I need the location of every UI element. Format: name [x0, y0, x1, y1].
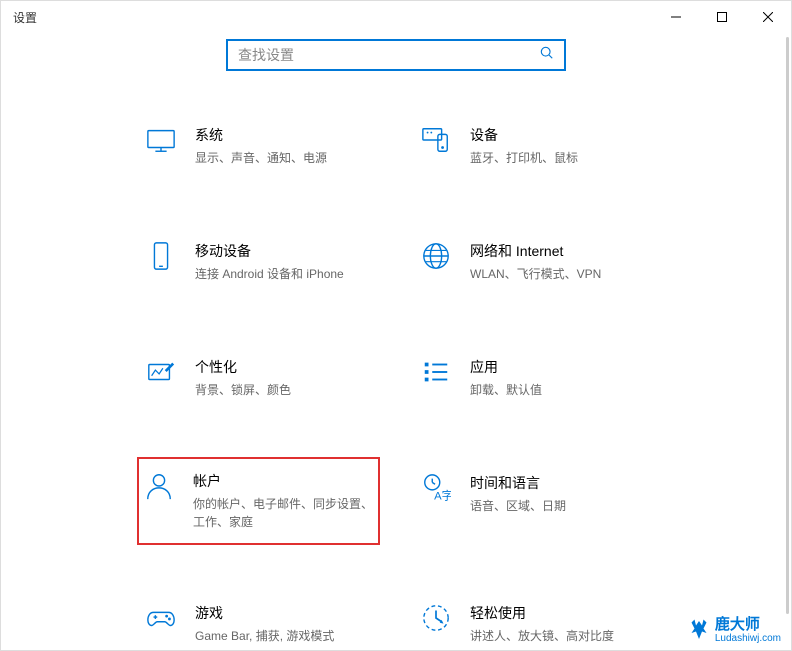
time-language-icon: A字 [420, 473, 452, 505]
tile-title: 设备 [470, 125, 647, 145]
scrollbar[interactable] [786, 37, 789, 614]
window-title: 设置 [13, 9, 37, 26]
system-icon [145, 125, 177, 157]
apps-icon [420, 357, 452, 389]
tile-phone[interactable]: 移动设备 连接 Android 设备和 iPhone [141, 237, 376, 287]
devices-icon [420, 125, 452, 157]
tile-devices[interactable]: 设备 蓝牙、打印机、鼠标 [416, 121, 651, 171]
tile-title: 系统 [195, 125, 372, 145]
watermark-name: 鹿大师 [715, 617, 781, 634]
watermark-logo-icon [687, 618, 711, 642]
maximize-button[interactable] [699, 1, 745, 33]
tile-desc: 背景、锁屏、颜色 [195, 381, 372, 399]
search-input[interactable] [238, 47, 540, 63]
tile-title: 个性化 [195, 357, 372, 377]
tile-personalization[interactable]: 个性化 背景、锁屏、颜色 [141, 353, 376, 403]
gaming-icon [145, 603, 177, 635]
tile-gaming[interactable]: 游戏 Game Bar, 捕获, 游戏模式 [141, 599, 376, 649]
tile-title: 应用 [470, 357, 647, 377]
tile-title: 游戏 [195, 603, 372, 623]
watermark: 鹿大师 Ludashiwj.com [687, 617, 781, 645]
svg-text:A字: A字 [434, 488, 451, 502]
tile-desc: 蓝牙、打印机、鼠标 [470, 149, 647, 167]
tile-desc: 显示、声音、通知、电源 [195, 149, 372, 167]
tile-title: 移动设备 [195, 241, 372, 261]
search-box[interactable] [226, 39, 566, 71]
tile-accounts[interactable]: 帐户 你的帐户、电子邮件、同步设置、工作、家庭 [137, 457, 380, 545]
tile-title: 轻松使用 [470, 603, 647, 623]
close-button[interactable] [745, 1, 791, 33]
tile-title: 帐户 [193, 471, 374, 491]
tile-desc: 卸载、默认值 [470, 381, 647, 399]
tile-network[interactable]: 网络和 Internet WLAN、飞行模式、VPN [416, 237, 651, 287]
tile-system[interactable]: 系统 显示、声音、通知、电源 [141, 121, 376, 171]
tile-desc: Game Bar, 捕获, 游戏模式 [195, 627, 372, 645]
tile-time-language[interactable]: A字 时间和语言 语音、区域、日期 [416, 469, 651, 533]
tile-desc: WLAN、飞行模式、VPN [470, 265, 647, 283]
watermark-url: Ludashiwj.com [715, 633, 781, 644]
accounts-icon [143, 471, 175, 503]
tile-desc: 你的帐户、电子邮件、同步设置、工作、家庭 [193, 495, 374, 531]
search-icon [540, 46, 554, 65]
tile-desc: 语音、区域、日期 [470, 497, 647, 515]
tile-title: 时间和语言 [470, 473, 647, 493]
tile-desc: 讲述人、放大镜、高对比度 [470, 627, 647, 645]
tile-desc: 连接 Android 设备和 iPhone [195, 265, 372, 283]
tile-apps[interactable]: 应用 卸载、默认值 [416, 353, 651, 403]
network-icon [420, 241, 452, 273]
tile-ease-of-access[interactable]: 轻松使用 讲述人、放大镜、高对比度 [416, 599, 651, 649]
phone-icon [145, 241, 177, 273]
ease-of-access-icon [420, 603, 452, 635]
personalization-icon [145, 357, 177, 389]
tile-title: 网络和 Internet [470, 241, 647, 261]
minimize-button[interactable] [653, 1, 699, 33]
